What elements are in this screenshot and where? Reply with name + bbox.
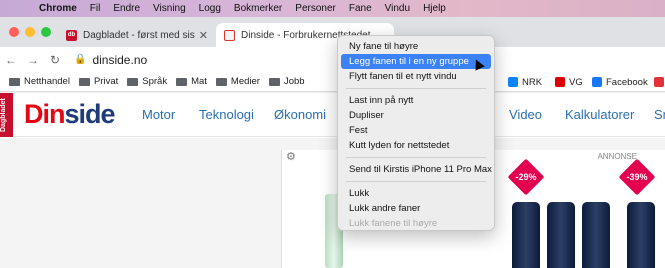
menu-item-move-to-new-window[interactable]: Flytt fanen til et nytt vindu	[341, 69, 491, 84]
facebook-icon	[592, 77, 602, 87]
bookmark-facebook[interactable]: Facebook	[592, 72, 648, 92]
logo-part: Din	[24, 99, 65, 129]
product-image	[547, 202, 575, 268]
folder-icon	[9, 77, 20, 86]
ad-label: ANNONSE	[597, 152, 637, 161]
bookmark-folder-mat[interactable]: Mat	[176, 76, 207, 87]
bookmark-folder-privat[interactable]: Privat	[78, 76, 119, 87]
menu-hjelp[interactable]: Hjelp	[423, 3, 446, 14]
bookmarks-bar: Netthandel Privat Språk Mat Medier Jobb …	[0, 72, 665, 92]
nrk-icon	[508, 77, 518, 87]
menu-separator	[346, 181, 486, 182]
discount-badge: -39%	[618, 158, 656, 196]
bookmark-label: Netthandel	[24, 76, 70, 87]
dagbladet-favicon-icon: db	[66, 29, 77, 41]
nav-more[interactable]: Sm	[654, 107, 665, 122]
nav-motor[interactable]: Motor	[142, 107, 175, 122]
address-bar[interactable]: dinside.no	[92, 53, 147, 67]
folder-icon	[176, 77, 188, 86]
menu-item-duplicate[interactable]: Dupliser	[341, 108, 491, 123]
menu-item-pin[interactable]: Fest	[341, 123, 491, 138]
product-image	[512, 202, 540, 268]
menu-item-close[interactable]: Lukk	[341, 186, 491, 201]
bookmark-folder-netthandel[interactable]: Netthandel	[9, 76, 70, 87]
zoom-window-button[interactable]	[41, 27, 51, 37]
site-header: Dagbladet Dinside Motor Teknologi Økonom…	[0, 93, 665, 137]
ebay-icon	[654, 77, 664, 87]
menu-separator	[346, 88, 486, 89]
nav-kalkulatorer[interactable]: Kalkulatorer	[565, 107, 634, 122]
badge-text: -39%	[626, 172, 648, 182]
mac-menubar: Chrome Fil Endre Visning Logg Bokmerker …	[0, 0, 665, 17]
tab-dagbladet[interactable]: db Dagbladet - først med siste ny ✕	[58, 23, 216, 47]
bookmark-folder-sprak[interactable]: Språk	[127, 76, 167, 87]
menu-endre[interactable]: Endre	[113, 3, 140, 14]
menu-item-send-to-device[interactable]: Send til Kirstis iPhone 11 Pro Max	[341, 162, 492, 177]
badge-text: -29%	[515, 172, 537, 182]
forward-icon[interactable]: →	[22, 53, 44, 67]
menu-personer[interactable]: Personer	[295, 3, 336, 14]
menu-visning[interactable]: Visning	[153, 3, 186, 14]
bookmark-folder-jobb[interactable]: Jobb	[268, 76, 305, 87]
bookmark-label: Facebook	[606, 76, 648, 88]
menu-item-new-tab-right[interactable]: Ny fane til høyre	[341, 39, 491, 54]
folder-icon	[78, 77, 90, 86]
browser-toolbar: ← → ↻ 🔒 dinside.no	[0, 47, 665, 72]
menu-vindu[interactable]: Vindu	[385, 3, 410, 14]
product-image	[627, 202, 655, 268]
reload-icon[interactable]: ↻	[44, 53, 66, 67]
product-image	[582, 202, 610, 268]
nav-teknologi[interactable]: Teknologi	[199, 107, 254, 122]
tab-title: Dagbladet - først med siste ny	[83, 29, 195, 41]
discount-badge: -29%	[507, 158, 545, 196]
bookmark-label: NRK	[522, 76, 543, 88]
page-content: ⚙ ANNONSE -29% -39%	[0, 138, 665, 268]
vg-icon	[555, 77, 565, 87]
bookmark-label: Mat	[191, 76, 207, 87]
menu-item-reload[interactable]: Last inn på nytt	[341, 93, 491, 108]
minimize-window-button[interactable]	[25, 27, 35, 37]
menu-chrome[interactable]: Chrome	[39, 3, 77, 14]
dinside-logo[interactable]: Dinside	[24, 99, 116, 130]
folder-icon	[268, 77, 280, 86]
tab-context-menu: Ny fane til høyre Legg fanen til i en ny…	[337, 35, 495, 231]
gear-icon[interactable]: ⚙	[286, 150, 296, 163]
close-tab-icon[interactable]: ✕	[199, 29, 208, 42]
menu-item-mute-site[interactable]: Kutt lyden for nettstedet	[341, 138, 491, 153]
lock-icon[interactable]: 🔒	[74, 54, 86, 65]
dinside-favicon-icon	[224, 29, 235, 41]
close-window-button[interactable]	[9, 27, 19, 37]
bookmark-label: Privat	[93, 76, 119, 87]
bookmark-nrk[interactable]: NRK	[508, 72, 542, 92]
bookmark-label: VG	[569, 76, 583, 88]
nav-video[interactable]: Video	[509, 107, 542, 122]
menu-item-add-to-new-group[interactable]: Legg fanen til i en ny gruppe	[341, 54, 491, 69]
menu-logg[interactable]: Logg	[199, 3, 221, 14]
window-controls	[9, 27, 51, 37]
dagbladet-brand[interactable]: Dagbladet	[0, 93, 13, 137]
menu-fane[interactable]: Fane	[349, 3, 372, 14]
web-page: Dagbladet Dinside Motor Teknologi Økonom…	[0, 93, 665, 268]
logo-part: side	[64, 99, 116, 129]
bookmark-label: Medier	[230, 76, 260, 87]
bookmark-vg[interactable]: VG	[555, 72, 583, 92]
menu-bokmerker[interactable]: Bokmerker	[234, 3, 282, 14]
bookmark-folder-medier[interactable]: Medier	[215, 76, 260, 87]
nav-okonomi[interactable]: Økonomi	[274, 107, 326, 122]
menu-item-close-right: Lukk fanene til høyre	[349, 218, 438, 229]
bookmark-label: Jobb	[283, 76, 305, 87]
menu-separator	[346, 157, 486, 158]
tab-strip: db Dagbladet - først med siste ny ✕ Dins…	[0, 17, 665, 57]
back-icon[interactable]: ←	[0, 53, 22, 67]
folder-icon	[127, 77, 139, 86]
menu-fil[interactable]: Fil	[90, 3, 101, 14]
bookmark-label: Språk	[142, 76, 168, 87]
menu-item-close-others[interactable]: Lukk andre faner	[341, 201, 491, 216]
bookmark-ebay[interactable]	[654, 72, 665, 92]
folder-icon	[215, 77, 227, 86]
